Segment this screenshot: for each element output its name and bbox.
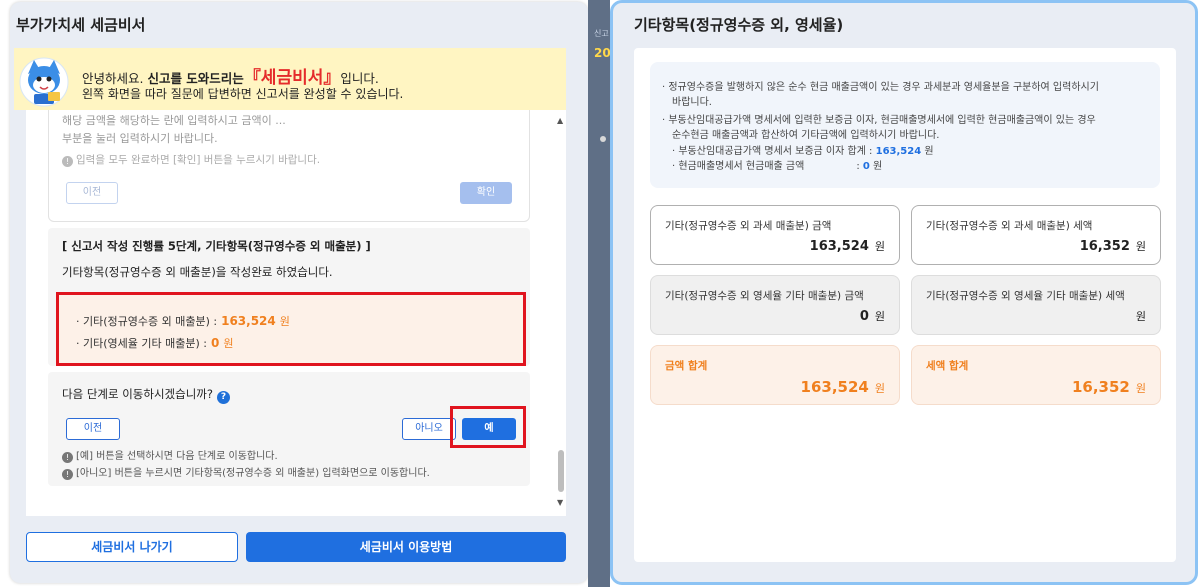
- yes-button[interactable]: 예: [462, 418, 516, 440]
- info-line-5: · 부동산임대공급가액 명세서 보증금 이자 합계 : 163,524 원: [672, 146, 934, 157]
- help-icon[interactable]: ?: [216, 391, 230, 404]
- card-zero-rate-tax: 기타(정규영수증 외 영세율 기타 매출분) 세액 원: [911, 275, 1161, 335]
- info-line-6: · 현금매출명세서 현금매출 금액: 0 원: [672, 161, 883, 172]
- info-icon: !: [62, 452, 73, 463]
- background-page-strip: 신고 20: [588, 0, 611, 587]
- info-icon: !: [62, 469, 73, 480]
- scroll-thumb[interactable]: [558, 450, 564, 492]
- result-row-zero-rate: · 기타(영세율 기타 매출분) :0원: [76, 336, 234, 350]
- card-amount-total: 금액 합계 163,524 원: [650, 345, 900, 405]
- step-description: 기타항목(정규영수증 외 매출분)을 작성완료 하였습니다.: [62, 265, 333, 279]
- no-button[interactable]: 아니오: [402, 418, 456, 440]
- previous-step-prev-button[interactable]: 이전: [66, 182, 118, 204]
- info-icon: !: [62, 156, 73, 167]
- howto-button[interactable]: 세금비서 이용방법: [246, 532, 566, 562]
- step-title: [ 신고서 작성 진행률 5단계, 기타항목(정규영수증 외 매출분) ]: [62, 239, 371, 253]
- card-taxable-amount[interactable]: 기타(정규영수증 외 과세 매출분) 금액 163,524 원: [650, 205, 900, 265]
- info-line-1: · 정규영수증을 발행하지 않은 순수 현금 매출금액이 있는 경우 과세분과 …: [662, 82, 1099, 93]
- info-line-2: 바랍니다.: [672, 97, 712, 108]
- next-step-question: 다음 단계로 이동하시겠습니까??: [62, 386, 230, 404]
- exit-assistant-button[interactable]: 세금비서 나가기: [26, 532, 238, 562]
- greeting-line-2: 왼쪽 화면을 따라 질문에 답변하면 신고서를 완성할 수 있습니다.: [82, 87, 404, 101]
- chat-scroll-area[interactable]: 해당 금액을 해당하는 란에 입력하시고 금액이 ... 부분을 눌러 입력하시…: [26, 110, 566, 516]
- info-line-4: 순수현금 매출금액과 합산하여 기타금액에 입력하시기 바랍니다.: [672, 130, 940, 141]
- result-row-regular: · 기타(정규영수증 외 매출분) :163,524 원: [76, 314, 290, 328]
- card-zero-rate-amount: 기타(정규영수증 외 영세율 기타 매출분) 금액 0원: [650, 275, 900, 335]
- scroll-up-icon[interactable]: ▲: [557, 116, 563, 125]
- previous-step-ok-button[interactable]: 확인: [460, 182, 512, 204]
- note-no: ! [아니오] 버튼을 누르시면 기타항목(정규영수증 외 매출분) 입력화면으로…: [62, 464, 430, 480]
- card-tax-total: 세액 합계 16,352 원: [911, 345, 1161, 405]
- scroll-down-icon[interactable]: ▼: [557, 498, 563, 507]
- card-taxable-tax[interactable]: 기타(정규영수증 외 과세 매출분) 세액 16,352 원: [911, 205, 1161, 265]
- assistant-title: 부가가치세 세금비서: [16, 16, 146, 34]
- prev-button[interactable]: 이전: [66, 418, 120, 440]
- result-highlight-box: [56, 292, 526, 366]
- scrollbar[interactable]: ▲ ▼: [556, 110, 566, 516]
- note-yes: ! [예] 버튼을 선택하시면 다음 단계로 이동합니다.: [62, 447, 278, 463]
- info-line-3: · 부동산임대공급가액 명세서에 입력한 보증금 이자, 현금매출명세서에 입력…: [662, 115, 1096, 126]
- complete-hint: ! 입력을 모두 완료하면 [확인] 버튼을 누르시기 바랍니다.: [62, 152, 320, 167]
- previous-step-text: 해당 금액을 해당하는 란에 입력하시고 금액이 ... 부분을 눌러 입력하시…: [62, 114, 286, 145]
- form-title: 기타항목(정규영수증 외, 영세율): [634, 16, 844, 34]
- mascot-icon: [18, 56, 70, 108]
